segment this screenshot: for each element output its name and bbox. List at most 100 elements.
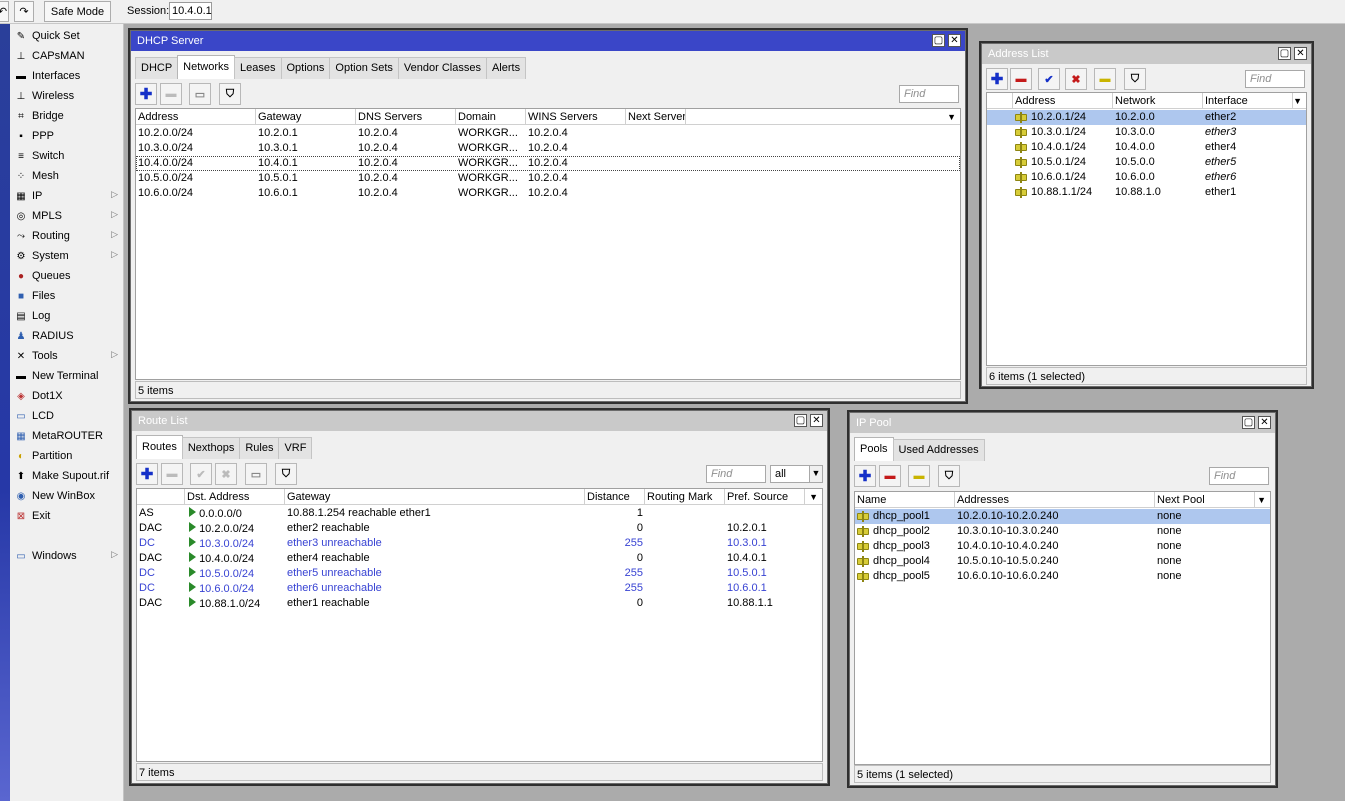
column-header-dns-servers[interactable]: DNS Servers: [356, 109, 456, 125]
table-row[interactable]: 10.5.0.1/24 10.5.0.0 ether5: [987, 155, 1306, 170]
table-row[interactable]: dhcp_pool4 10.5.0.10-10.5.0.240 none: [855, 554, 1270, 569]
menu-item-radius[interactable]: ♟ RADIUS: [10, 326, 124, 346]
column-header-addresses[interactable]: Addresses: [955, 492, 1155, 508]
remove-button[interactable]: ▬: [160, 83, 182, 105]
menu-item-system[interactable]: ⚙ System ▷: [10, 246, 124, 266]
table-row[interactable]: 10.6.0.0/24 10.6.0.1 10.2.0.4 WORKGR... 10.2…: [136, 186, 960, 201]
table-row[interactable]: AS 0.0.0.0/0 10.88.1.254 reachable ether1…: [137, 506, 822, 521]
tab-rules[interactable]: Rules: [239, 437, 280, 459]
safe-mode-button[interactable]: Safe Mode: [44, 1, 111, 22]
filter-select[interactable]: all: [770, 465, 810, 483]
window-titlebar[interactable]: Address List ▢ ✕: [982, 44, 1311, 64]
tab-options[interactable]: Options: [280, 57, 331, 79]
tab-vrf[interactable]: VRF: [278, 437, 313, 459]
tab-routes[interactable]: Routes: [136, 435, 183, 459]
table-row[interactable]: DC 10.6.0.0/24 ether6 unreachable 255 10.6.…: [137, 581, 822, 596]
tab-nexthops[interactable]: Nexthops: [181, 437, 241, 459]
table-row[interactable]: 10.88.1.1/24 10.88.1.0 ether1: [987, 185, 1306, 200]
maximize-button[interactable]: ▢: [794, 414, 807, 427]
column-header-pref-source[interactable]: Pref. Source: [725, 489, 805, 505]
menu-item-dot1x[interactable]: ◈ Dot1X: [10, 386, 124, 406]
menu-item-switch[interactable]: ≡ Switch: [10, 146, 124, 166]
tab-networks[interactable]: Networks: [177, 55, 236, 79]
column-header-flags[interactable]: [987, 93, 1013, 109]
table-row[interactable]: 10.2.0.1/24 10.2.0.0 ether2: [987, 110, 1306, 125]
table-row[interactable]: dhcp_pool1 10.2.0.10-10.2.0.240 none: [855, 509, 1270, 524]
find-input[interactable]: Find: [706, 465, 766, 483]
disable-button[interactable]: ✖: [215, 463, 237, 485]
add-button[interactable]: ✚: [986, 68, 1008, 90]
menu-item-bridge[interactable]: ⌗ Bridge: [10, 106, 124, 126]
tab-used-addresses[interactable]: Used Addresses: [892, 439, 985, 461]
close-button[interactable]: ✕: [1294, 47, 1307, 60]
menu-item-new-terminal[interactable]: ▬ New Terminal: [10, 366, 124, 386]
column-header-gateway[interactable]: Gateway: [256, 109, 356, 125]
table-row[interactable]: 10.2.0.0/24 10.2.0.1 10.2.0.4 WORKGR... 10.2…: [136, 126, 960, 141]
tab-alerts[interactable]: Alerts: [485, 57, 527, 79]
tab-option-sets[interactable]: Option Sets: [329, 57, 399, 79]
column-chooser-icon[interactable]: ▼: [809, 492, 818, 502]
dropdown-arrow-icon[interactable]: ▼: [809, 465, 823, 483]
remove-button[interactable]: ▬: [879, 465, 901, 487]
redo-button[interactable]: ↷: [14, 1, 34, 22]
menu-item-capsman[interactable]: ⊥ CAPsMAN: [10, 46, 124, 66]
close-button[interactable]: ✕: [1258, 416, 1271, 429]
undo-button[interactable]: ↶: [0, 1, 9, 22]
column-header-interface[interactable]: Interface: [1203, 93, 1293, 109]
table-row[interactable]: DAC 10.4.0.0/24 ether4 reachable 0 10.4.0.1: [137, 551, 822, 566]
comment-button[interactable]: ▭: [245, 463, 267, 485]
menu-item-queues[interactable]: ● Queues: [10, 266, 124, 286]
table-row[interactable]: 10.6.0.1/24 10.6.0.0 ether6: [987, 170, 1306, 185]
tab-vendor-classes[interactable]: Vendor Classes: [397, 57, 487, 79]
filter-button[interactable]: ⛉: [938, 465, 960, 487]
column-chooser-icon[interactable]: ▼: [947, 112, 956, 122]
maximize-button[interactable]: ▢: [1242, 416, 1255, 429]
comment-button[interactable]: ▬: [908, 465, 930, 487]
remove-button[interactable]: ▬: [1010, 68, 1032, 90]
table-row[interactable]: 10.4.0.1/24 10.4.0.0 ether4: [987, 140, 1306, 155]
column-chooser-icon[interactable]: ▼: [1257, 495, 1266, 505]
menu-item-ip[interactable]: ▦ IP ▷: [10, 186, 124, 206]
table-row[interactable]: dhcp_pool5 10.6.0.10-10.6.0.240 none: [855, 569, 1270, 584]
menu-item-new-winbox[interactable]: ◉ New WinBox: [10, 486, 124, 506]
menu-item-tools[interactable]: ✕ Tools ▷: [10, 346, 124, 366]
menu-item-mpls[interactable]: ◎ MPLS ▷: [10, 206, 124, 226]
add-button[interactable]: ✚: [135, 83, 157, 105]
enable-button[interactable]: ✔: [190, 463, 212, 485]
column-header-next-pool[interactable]: Next Pool: [1155, 492, 1255, 508]
column-header-gateway[interactable]: Gateway: [285, 489, 585, 505]
menu-item-partition[interactable]: ◐ Partition: [10, 446, 124, 466]
table-row[interactable]: 10.4.0.0/24 10.4.0.1 10.2.0.4 WORKGR... 10.2…: [136, 156, 960, 171]
window-titlebar[interactable]: Route List ▢ ✕: [132, 411, 827, 431]
column-chooser-icon[interactable]: ▼: [1293, 96, 1302, 106]
table-row[interactable]: 10.3.0.1/24 10.3.0.0 ether3: [987, 125, 1306, 140]
add-button[interactable]: ✚: [854, 465, 876, 487]
maximize-button[interactable]: ▢: [932, 34, 945, 47]
table-row[interactable]: 10.3.0.0/24 10.3.0.1 10.2.0.4 WORKGR... 10.2…: [136, 141, 960, 156]
column-header-address[interactable]: Address: [136, 109, 256, 125]
menu-item-log[interactable]: ▤ Log: [10, 306, 124, 326]
menu-item-files[interactable]: ■ Files: [10, 286, 124, 306]
menu-item-windows[interactable]: ▭ Windows ▷: [10, 546, 124, 566]
add-button[interactable]: ✚: [136, 463, 158, 485]
menu-item-ppp[interactable]: ▪ PPP: [10, 126, 124, 146]
find-input[interactable]: Find: [899, 85, 959, 103]
window-titlebar[interactable]: IP Pool ▢ ✕: [850, 413, 1275, 433]
column-header-routing-mark[interactable]: Routing Mark: [645, 489, 725, 505]
comment-button[interactable]: ▬: [1094, 68, 1116, 90]
menu-item-mesh[interactable]: ⁘ Mesh: [10, 166, 124, 186]
column-header-flags[interactable]: [137, 489, 185, 505]
table-row[interactable]: 10.5.0.0/24 10.5.0.1 10.2.0.4 WORKGR... 10.2…: [136, 171, 960, 186]
column-header-distance[interactable]: Distance: [585, 489, 645, 505]
find-input[interactable]: Find: [1245, 70, 1305, 88]
comment-button[interactable]: ▭: [189, 83, 211, 105]
column-header-wins-servers[interactable]: WINS Servers: [526, 109, 626, 125]
menu-item-lcd[interactable]: ▭ LCD: [10, 406, 124, 426]
table-row[interactable]: DC 10.5.0.0/24 ether5 unreachable 255 10.5.…: [137, 566, 822, 581]
menu-item-make-supout[interactable]: ⬆ Make Supout.rif: [10, 466, 124, 486]
menu-item-metarouter[interactable]: ▦ MetaROUTER: [10, 426, 124, 446]
table-row[interactable]: DAC 10.88.1.0/24 ether1 reachable 0 10.88.1…: [137, 596, 822, 611]
enable-button[interactable]: ✔: [1038, 68, 1060, 90]
close-button[interactable]: ✕: [810, 414, 823, 427]
find-input[interactable]: Find: [1209, 467, 1269, 485]
